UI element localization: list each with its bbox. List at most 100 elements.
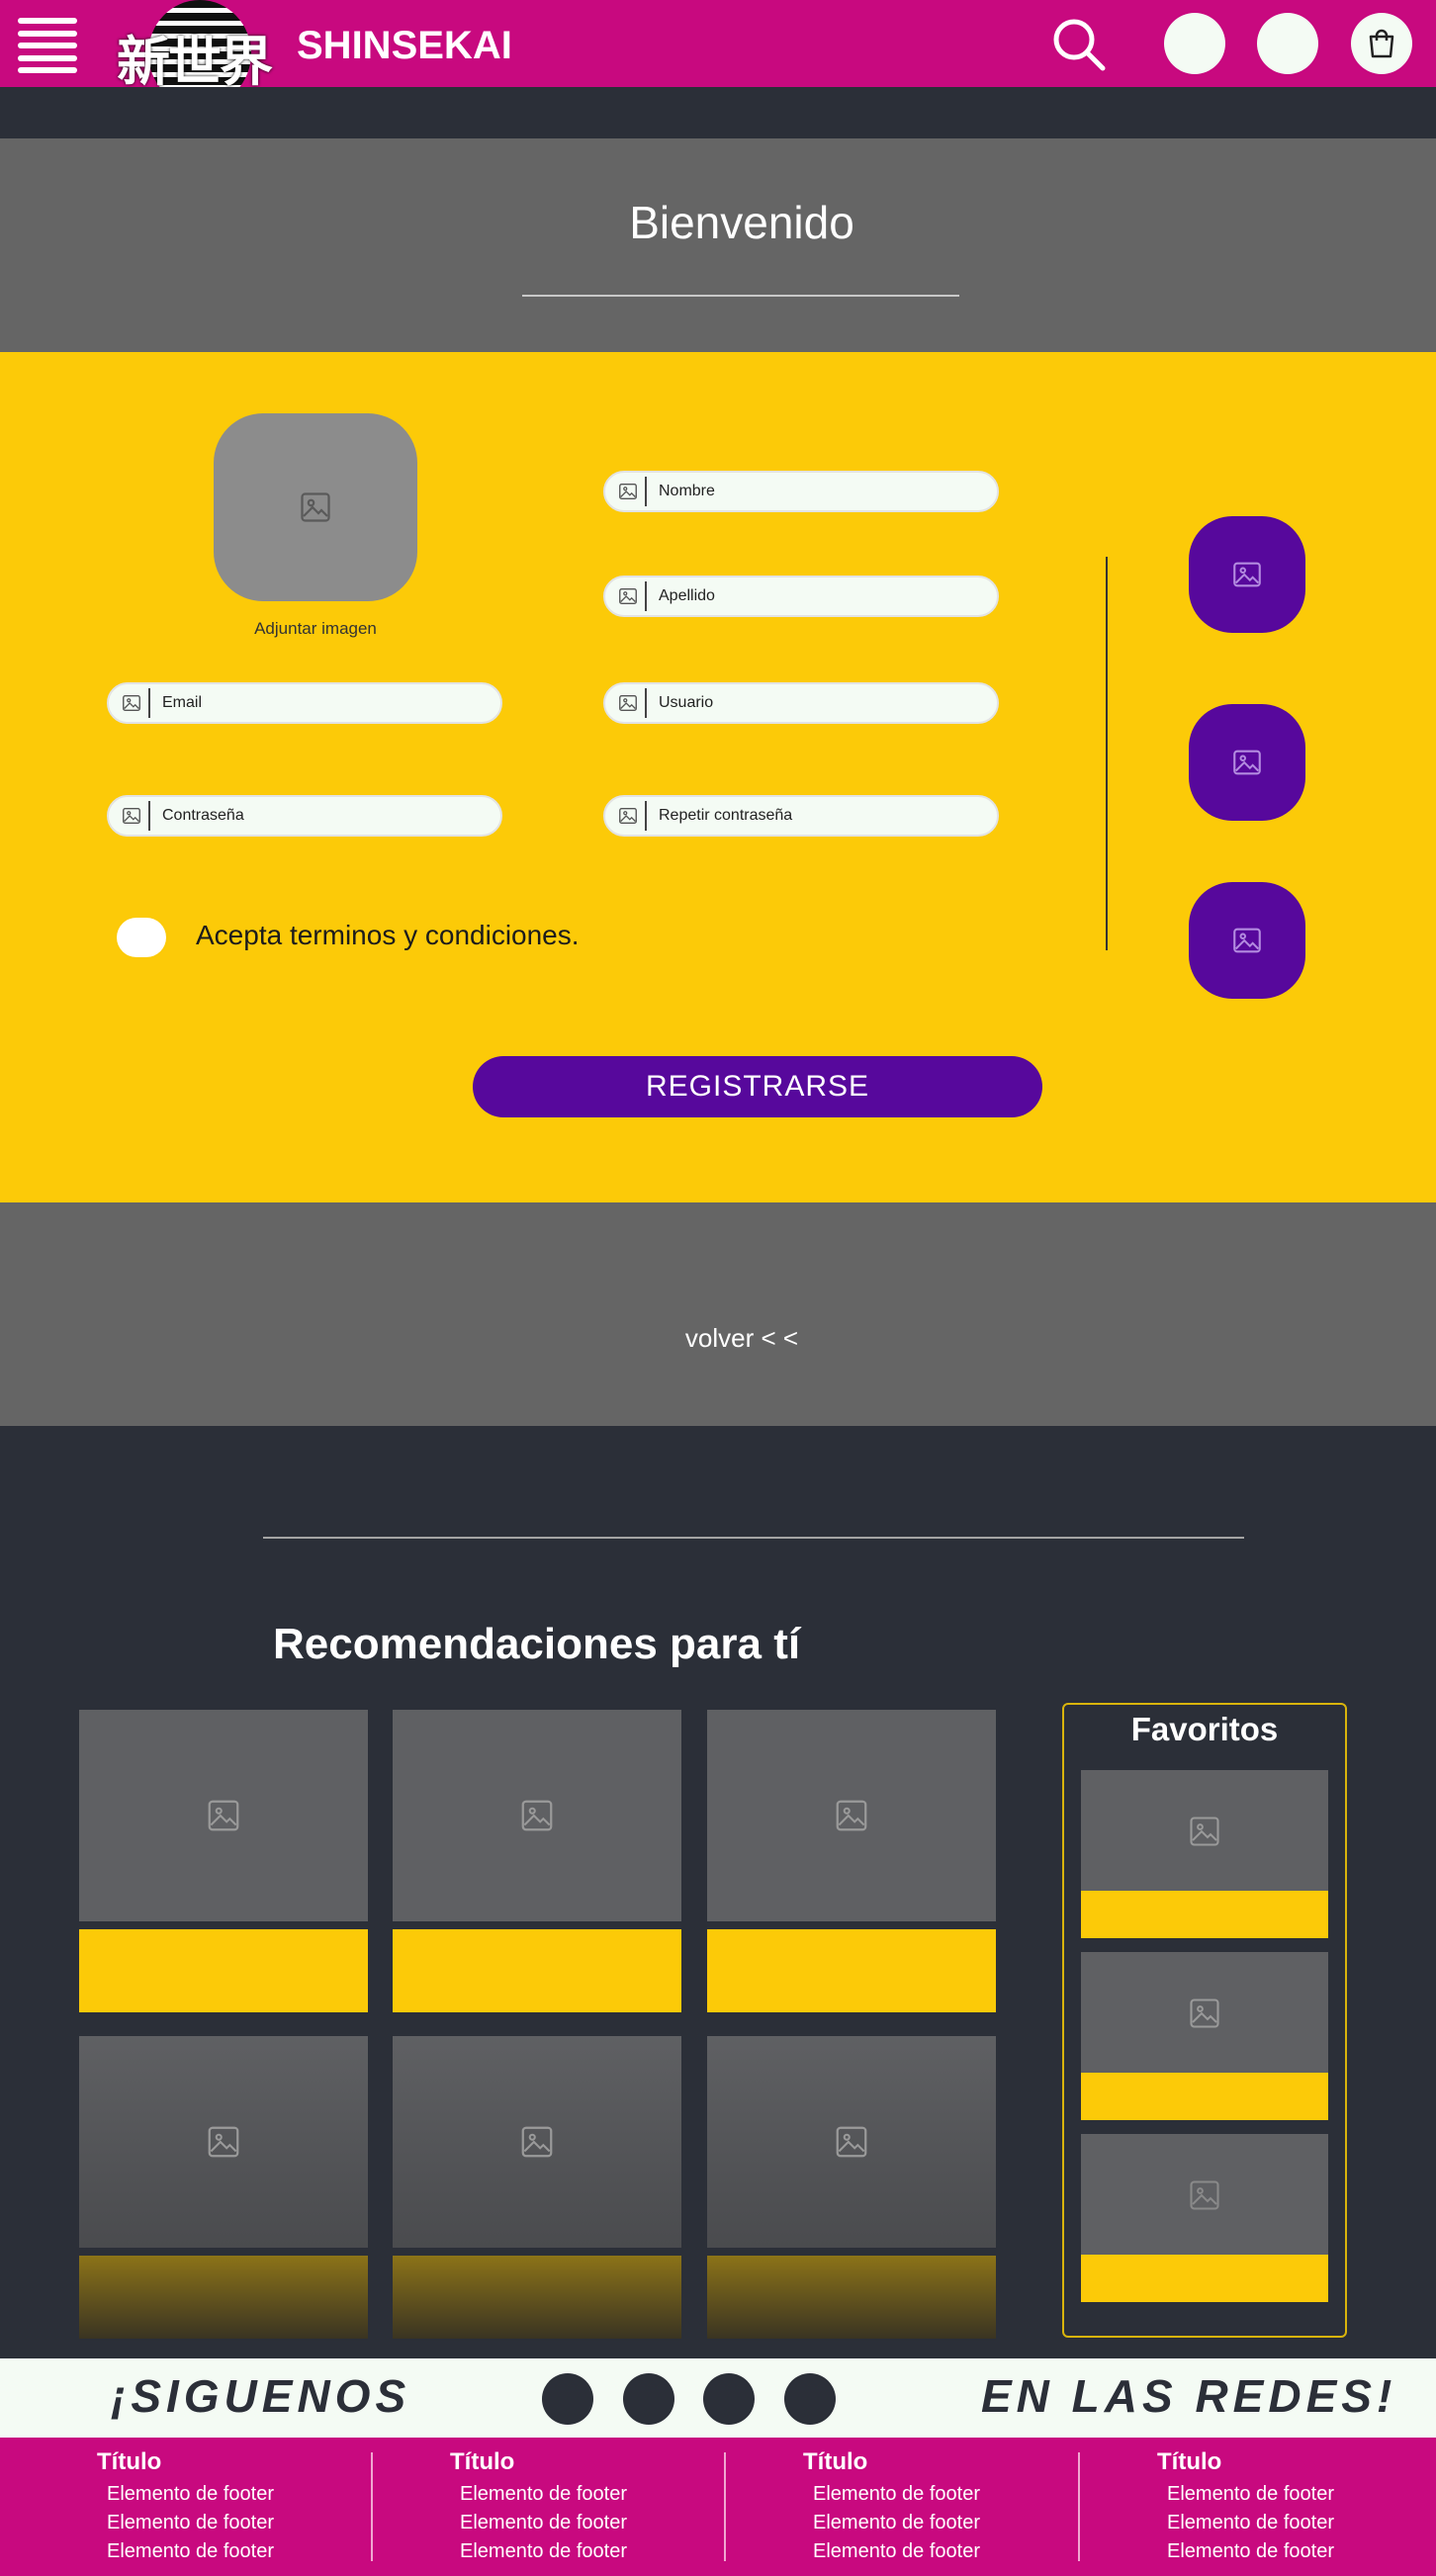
image-icon [1233,750,1261,775]
search-icon[interactable] [1050,16,1108,73]
nombre-field[interactable] [603,471,999,512]
social-network-icon[interactable] [703,2373,755,2425]
footer-separator [1078,2452,1080,2561]
form-divider [1106,557,1108,950]
image-icon [301,492,330,522]
shopping-bag-glyph [1369,29,1394,58]
image-icon [1190,2180,1219,2210]
field-separator [645,477,647,506]
footer-separator [724,2452,726,2561]
footer-link[interactable]: Elemento de footer [1167,2509,1436,2537]
footer-column-title: Título [803,2448,868,2475]
image-icon [208,2126,239,2158]
image-icon [521,2126,553,2158]
usuario-field[interactable] [603,682,999,724]
favorite-card-caption[interactable] [1081,2073,1328,2120]
image-icon [521,1800,553,1831]
back-link[interactable]: volver < < [0,1323,1436,1354]
product-card-caption[interactable] [393,2256,681,2339]
footer-link[interactable]: Elemento de footer [107,2509,433,2537]
field-separator [645,688,647,718]
footer-link[interactable]: Elemento de footer [813,2480,1139,2509]
footer-column: Título Elemento de footer Elemento de fo… [97,2448,433,2566]
product-card-caption[interactable] [393,1929,681,2012]
image-icon [115,692,148,714]
social-network-icon[interactable] [784,2373,836,2425]
apellido-input[interactable] [659,587,936,605]
footer-column: Título Elemento de footer Elemento de fo… [450,2448,786,2566]
favorite-card-image[interactable] [1081,2134,1328,2257]
field-separator [148,801,150,831]
image-icon [611,481,645,502]
image-icon [1233,562,1261,587]
footer-column-title: Título [1157,2448,1222,2475]
product-card-image[interactable] [79,2036,368,2248]
product-card-image[interactable] [707,2036,996,2248]
footer-column-title: Título [97,2448,162,2475]
footer-link[interactable]: Elemento de footer [460,2480,786,2509]
product-card-caption[interactable] [79,2256,368,2339]
favorite-card-caption[interactable] [1081,1891,1328,1938]
favorite-card-image[interactable] [1081,1952,1328,2075]
footer-column: Título Elemento de footer Elemento de fo… [1157,2448,1436,2566]
usuario-input[interactable] [659,694,936,712]
image-icon [611,805,645,827]
follow-text-right: EN LAS REDES! [981,2370,1397,2422]
apellido-field[interactable] [603,576,999,617]
product-card-caption[interactable] [79,1929,368,2012]
logo-kanji: 新世界 [117,30,273,93]
footer-separator [371,2452,373,2561]
attach-image-label: Adjuntar imagen [254,619,377,638]
footer-link[interactable]: Elemento de footer [1167,2480,1436,2509]
avatar-upload[interactable] [214,413,417,601]
image-icon [1190,1817,1219,1846]
social-network-icon[interactable] [542,2373,593,2425]
register-button[interactable]: REGISTRARSE [473,1056,1042,1117]
user-circle-icon[interactable] [1257,13,1318,74]
user-circle-icon[interactable] [1164,13,1225,74]
shopping-bag-icon[interactable] [1351,13,1412,74]
field-separator [645,581,647,611]
section-divider [263,1537,1244,1539]
repeat-password-input[interactable] [659,807,936,825]
email-input[interactable] [162,694,439,712]
footer-link[interactable]: Elemento de footer [813,2537,1139,2566]
nombre-input[interactable] [659,483,936,500]
footer-link[interactable]: Elemento de footer [1167,2537,1436,2566]
recommendations-title: Recomendaciones para tí [273,1620,801,1668]
menu-icon[interactable] [18,18,77,73]
email-field[interactable] [107,682,502,724]
social-network-icon[interactable] [623,2373,674,2425]
page-title: Bienvenido [629,197,854,248]
product-card-image[interactable] [393,1710,681,1921]
footer-column-title: Título [450,2448,515,2475]
image-icon [208,1800,239,1831]
social-login-button[interactable] [1189,516,1305,633]
product-card-image[interactable] [79,1710,368,1921]
product-card-image[interactable] [707,1710,996,1921]
image-icon [611,692,645,714]
product-card-caption[interactable] [707,1929,996,2012]
favorite-card-caption[interactable] [1081,2255,1328,2302]
footer-link[interactable]: Elemento de footer [813,2509,1139,2537]
product-card-caption[interactable] [707,2256,996,2339]
product-card-image[interactable] [393,2036,681,2248]
footer-link[interactable]: Elemento de footer [107,2480,433,2509]
image-icon [115,805,148,827]
terms-toggle[interactable] [117,918,166,957]
brand-name[interactable]: SHINSEKAI [297,24,512,67]
footer-link[interactable]: Elemento de footer [107,2537,433,2566]
password-input[interactable] [162,807,439,825]
footer-link[interactable]: Elemento de footer [460,2537,786,2566]
footer-link[interactable]: Elemento de footer [460,2509,786,2537]
field-separator [645,801,647,831]
header-shadow-strip [0,87,1436,138]
back-section [0,1202,1436,1426]
password-field[interactable] [107,795,502,837]
terms-label: Acepta terminos y condiciones. [196,920,580,950]
favorites-title: Favoritos [1130,1711,1279,1747]
favorite-card-image[interactable] [1081,1770,1328,1893]
repeat-password-field[interactable] [603,795,999,837]
social-login-button[interactable] [1189,882,1305,999]
social-login-button[interactable] [1189,704,1305,821]
